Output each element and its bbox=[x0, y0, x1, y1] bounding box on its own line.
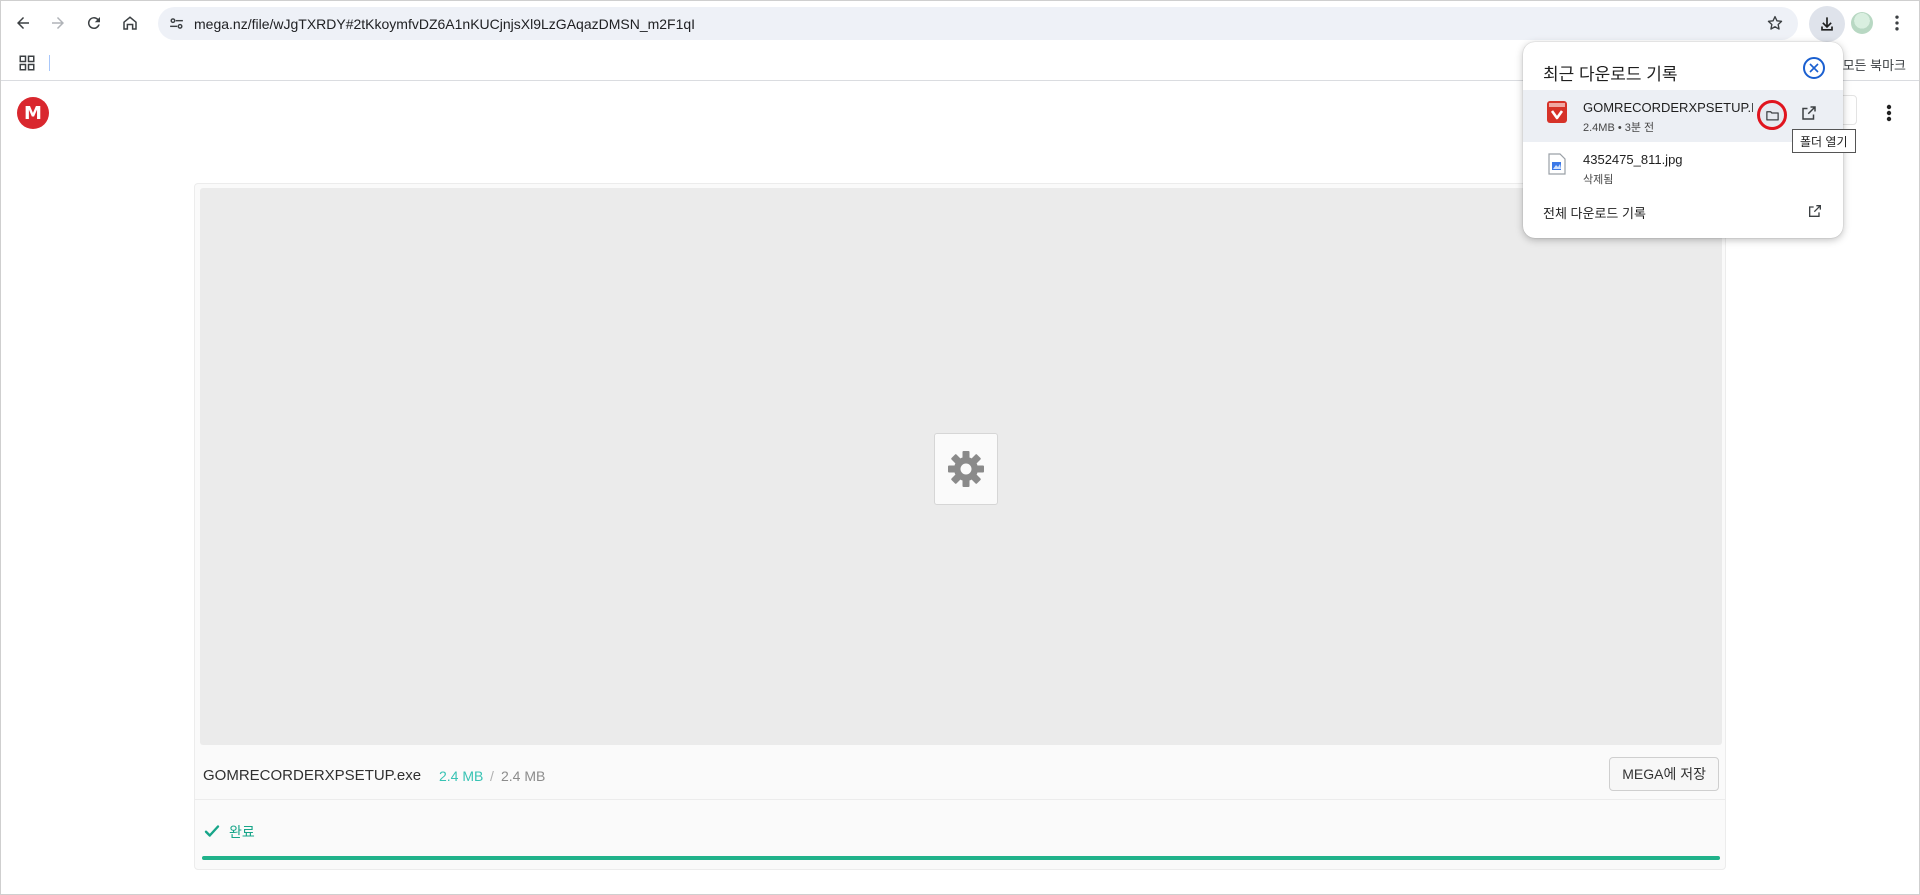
mega-logo-letter: M bbox=[24, 102, 42, 124]
site-info-icon[interactable] bbox=[168, 15, 185, 32]
file-name: GOMRECORDERXPSETUP.exe bbox=[203, 767, 422, 784]
file-info-row: GOMRECORDERXPSETUP.exe 2.4 MB / 2.4 MB M… bbox=[195, 748, 1725, 800]
url-text[interactable]: mega.nz/file/wJgTXRDY#2tKkoymfvDZ6A1nKUC… bbox=[194, 16, 695, 32]
profile-avatar[interactable] bbox=[1851, 12, 1873, 34]
open-folder-button[interactable] bbox=[1757, 100, 1787, 130]
gom-app-icon bbox=[1547, 101, 1567, 123]
size-separator: / bbox=[490, 768, 494, 784]
home-icon[interactable] bbox=[114, 7, 146, 39]
folder-icon bbox=[1765, 110, 1779, 120]
mega-menu-icon[interactable] bbox=[1881, 101, 1897, 125]
forward-icon[interactable] bbox=[42, 7, 74, 39]
all-downloads-link[interactable]: 전체 다운로드 기록 bbox=[1543, 203, 1646, 222]
download-file-name: 4352475_811.jpg bbox=[1583, 152, 1683, 167]
check-icon bbox=[204, 825, 220, 837]
downloads-panel-title: 최근 다운로드 기록 bbox=[1543, 65, 1678, 84]
file-preview-area bbox=[200, 188, 1722, 745]
file-viewer: GOMRECORDERXPSETUP.exe 2.4 MB / 2.4 MB M… bbox=[194, 183, 1726, 870]
all-bookmarks-link[interactable]: 모든 북마크 bbox=[1843, 55, 1906, 74]
open-external-icon[interactable] bbox=[1807, 203, 1823, 219]
image-file-icon bbox=[1548, 153, 1566, 175]
progress-fill bbox=[202, 856, 1720, 860]
apps-grid-icon[interactable] bbox=[18, 54, 36, 72]
browser-toolbar: mega.nz/file/wJgTXRDY#2tKkoymfvDZ6A1nKUC… bbox=[1, 1, 1919, 46]
download-file-meta: 삭제됨 bbox=[1583, 174, 1614, 186]
open-external-icon[interactable] bbox=[1800, 104, 1818, 122]
address-bar[interactable]: mega.nz/file/wJgTXRDY#2tKkoymfvDZ6A1nKUC… bbox=[158, 7, 1798, 40]
download-file-meta: 2.4MB • 3분 전 bbox=[1583, 122, 1655, 134]
save-to-mega-button[interactable]: MEGA에 저장 bbox=[1609, 757, 1719, 791]
open-folder-tooltip: 폴더 열기 bbox=[1792, 129, 1856, 153]
reload-icon[interactable] bbox=[78, 7, 110, 39]
bookmarks-separator bbox=[49, 55, 50, 71]
back-icon[interactable] bbox=[7, 7, 39, 39]
close-icon[interactable] bbox=[1803, 57, 1825, 79]
download-status-row: 완료 bbox=[195, 800, 1725, 868]
browser-menu-icon[interactable] bbox=[1887, 13, 1907, 33]
bookmark-star-icon[interactable] bbox=[1766, 14, 1784, 32]
status-text: 완료 bbox=[229, 824, 255, 840]
progress-bar bbox=[202, 856, 1720, 860]
executable-gear-icon bbox=[948, 451, 984, 487]
mega-logo[interactable]: M bbox=[17, 97, 49, 129]
download-icon[interactable] bbox=[1809, 6, 1845, 42]
file-type-thumbnail bbox=[934, 433, 998, 505]
download-file-name: GOMRECORDERXPSETUP.EXE bbox=[1583, 100, 1753, 115]
downloaded-size: 2.4 MB bbox=[439, 768, 484, 784]
total-size: 2.4 MB bbox=[501, 768, 546, 784]
